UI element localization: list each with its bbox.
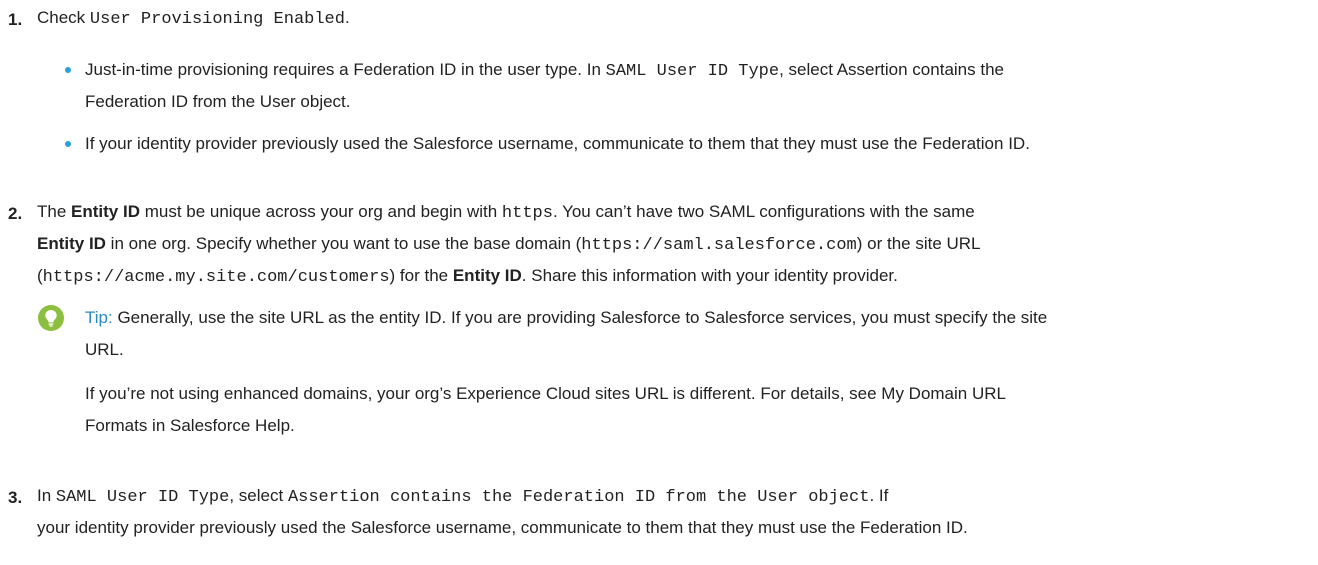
step-number: 3. [8, 488, 23, 507]
tip-text: Tip: Generally, use the site URL as the … [85, 308, 1048, 327]
bullet-text: Just-in-time provisioning requires a Fed… [85, 60, 1004, 81]
document-page: 1. Check User Provisioning Enabled. Just… [0, 0, 1318, 565]
bullet-text: If your identity provider previously use… [85, 134, 1030, 153]
step-number: 2. [8, 204, 23, 223]
step-2-line: The Entity ID must be unique across your… [37, 202, 975, 223]
step-number: 1. [8, 10, 23, 29]
lightbulb-icon-glyph [45, 310, 57, 327]
tip-paragraph: Formats in Salesforce Help. [85, 416, 295, 435]
step-2-line: Entity ID in one org. Specify whether yo… [37, 234, 981, 255]
setting-name: User Provisioning Enabled [89, 10, 345, 29]
bullet-icon [65, 67, 71, 73]
tip-text: URL. [85, 340, 124, 359]
bullet-text: Federation ID from the User object. [85, 92, 351, 111]
step-3-line: In SAML User ID Type, select Assertion c… [37, 486, 889, 507]
tip-paragraph: If you’re not using enhanced domains, yo… [85, 384, 1006, 403]
lightbulb-icon [38, 305, 64, 331]
step-1-text: Check User Provisioning Enabled. [37, 8, 350, 29]
tip-label: Tip: [85, 308, 113, 327]
step-3-line: your identity provider previously used t… [37, 518, 968, 537]
bullet-icon [65, 141, 71, 147]
step-2-line: (https://acme.my.site.com/customers) for… [37, 266, 898, 287]
